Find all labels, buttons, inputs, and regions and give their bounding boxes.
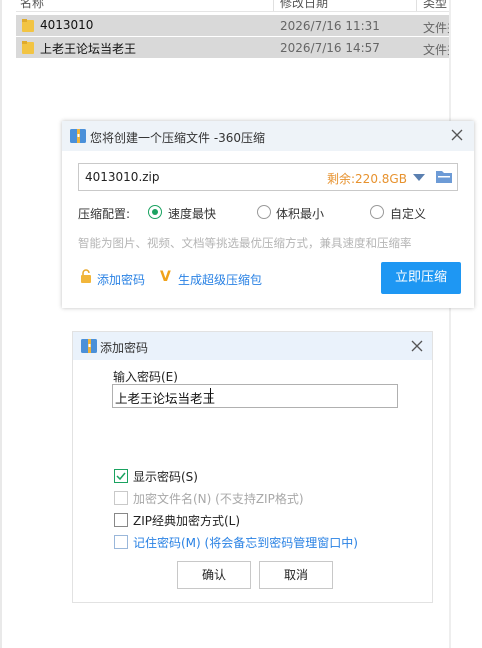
- column-separator[interactable]: [416, 0, 417, 11]
- compress-dialog-titlebar[interactable]: 您将创建一个压缩文件 -360压缩: [62, 121, 474, 151]
- archive-path-field[interactable]: 4013010.zip 剩余:220.8GB: [78, 163, 458, 191]
- encrypt-filenames-label: 加密文件名(N) (不支持ZIP格式): [133, 492, 304, 506]
- column-header: 名称 修改日期 类型: [16, 0, 449, 12]
- explorer-left-border: [0, 0, 2, 648]
- column-header-type[interactable]: 类型: [423, 0, 447, 11]
- column-separator[interactable]: [273, 0, 274, 11]
- compress-config-label: 压缩配置:: [78, 207, 131, 221]
- checkmark-icon: [116, 472, 126, 481]
- ok-button[interactable]: 确认: [177, 561, 251, 589]
- archive-filename[interactable]: 4013010.zip: [85, 170, 160, 184]
- password-input-label: 输入密码(E): [113, 370, 178, 384]
- archive-app-icon: [70, 129, 86, 143]
- column-header-name[interactable]: 名称: [20, 0, 44, 11]
- radio-custom[interactable]: [370, 205, 384, 219]
- add-password-link[interactable]: 添加密码: [97, 271, 145, 288]
- add-password-dialog: 添加密码 输入密码(E) 上老王论坛当老王 显示密码(S) 加密文件名(N) (…: [72, 331, 433, 603]
- file-name: 上老王论坛当老王: [40, 42, 137, 56]
- lock-icon: [81, 269, 91, 283]
- file-date: 2026/7/16 14:57: [280, 41, 380, 55]
- radio-fastest[interactable]: [148, 205, 162, 219]
- add-password-title: 添加密码: [100, 341, 149, 355]
- compress-dialog-title: 您将创建一个压缩文件 -360压缩: [90, 131, 266, 145]
- vip-v-icon: V: [160, 269, 171, 285]
- text-caret: [210, 388, 211, 403]
- compress-now-button[interactable]: 立即压缩: [381, 262, 461, 294]
- file-row-4013010[interactable]: 4013010 2026/7/16 11:31 文件夹: [16, 15, 449, 36]
- archive-app-icon: [81, 339, 97, 353]
- add-password-titlebar[interactable]: 添加密码: [73, 332, 432, 360]
- chevron-down-icon[interactable]: [413, 174, 425, 181]
- column-header-date[interactable]: 修改日期: [280, 0, 328, 11]
- explorer-scrollbar[interactable]: [449, 0, 451, 648]
- compress-dialog: 您将创建一个压缩文件 -360压缩 4013010.zip 剩余:220.8GB…: [62, 121, 474, 308]
- file-row-laowang[interactable]: 上老王论坛当老王 2026/7/16 14:57 文件夹: [16, 37, 449, 58]
- compression-hint: 智能为图片、视频、文档等挑选最优压缩方式，兼具速度和压缩率: [78, 236, 412, 250]
- radio-fastest-label[interactable]: 速度最快: [168, 205, 216, 222]
- password-value: 上老王论坛当老王: [115, 391, 216, 406]
- radio-smallest-label[interactable]: 体积最小: [276, 205, 324, 222]
- show-password-checkbox[interactable]: [114, 469, 128, 483]
- remember-password-label[interactable]: 记住密码(M) (将会备忘到密码管理窗口中): [133, 534, 358, 551]
- radio-custom-label[interactable]: 自定义: [390, 205, 426, 222]
- file-date: 2026/7/16 11:31: [280, 19, 380, 33]
- show-password-label[interactable]: 显示密码(S): [133, 468, 198, 485]
- password-input[interactable]: 上老王论坛当老王: [112, 384, 398, 408]
- zip-classic-encryption-label[interactable]: ZIP经典加密方式(L): [133, 512, 240, 529]
- super-package-link[interactable]: 生成超级压缩包: [178, 271, 262, 288]
- close-icon[interactable]: [449, 127, 465, 143]
- file-type: 文件夹: [423, 21, 449, 35]
- remember-password-checkbox[interactable]: [114, 535, 128, 549]
- file-type: 文件夹: [423, 43, 449, 57]
- free-space-text: 剩余:220.8GB: [327, 172, 407, 186]
- file-name: 4013010: [40, 18, 94, 32]
- zip-classic-encryption-checkbox[interactable]: [114, 513, 128, 527]
- radio-smallest[interactable]: [257, 205, 271, 219]
- cancel-button[interactable]: 取消: [259, 561, 333, 589]
- folder-icon: [22, 19, 34, 32]
- folder-icon: [22, 41, 34, 54]
- encrypt-filenames-checkbox: [114, 491, 128, 505]
- folder-browse-icon[interactable]: [435, 168, 453, 185]
- close-icon[interactable]: [409, 338, 425, 354]
